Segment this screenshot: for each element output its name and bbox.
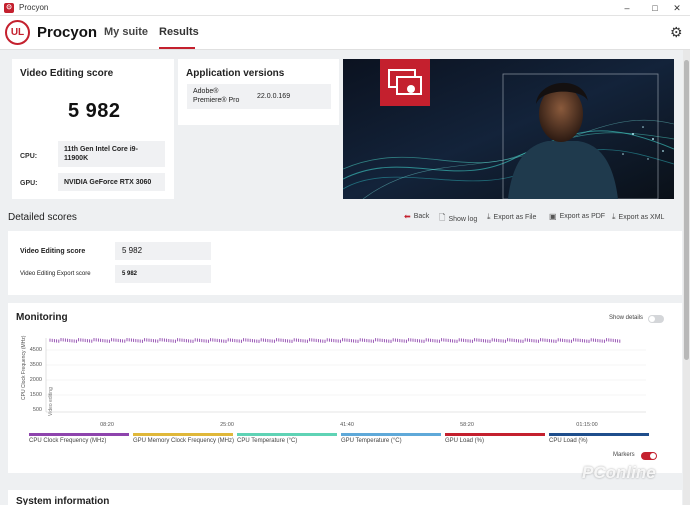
video-editing-band-label: Video editing	[48, 387, 54, 416]
cpu-clock-frequency-series	[49, 338, 621, 343]
gpu-label: GPU:	[20, 180, 38, 187]
detailed-scores-title: Detailed scores	[8, 212, 77, 223]
y-axis-label: CPU Clock Frequency (MHz)	[21, 335, 27, 400]
settings-gear-icon[interactable]: ⚙	[670, 24, 683, 41]
show-log-label: Show log	[448, 215, 478, 223]
system-info-title: System information	[16, 496, 110, 505]
legend-swatch	[237, 433, 337, 436]
export-score-value: 5 982	[115, 265, 211, 283]
app-name: Adobe® Premiere® Pro	[193, 88, 240, 104]
x-tick: 41:40	[340, 422, 354, 428]
y-tick: 4500	[30, 347, 42, 353]
video-editing-score-value: 5 982	[115, 242, 211, 260]
tab-results[interactable]: Results	[159, 26, 199, 38]
window-title: Procyon	[19, 3, 49, 12]
video-editing-badge-icon	[380, 59, 430, 106]
monitoring-chart: CPU Clock Frequency (MHz) Video editing …	[21, 335, 646, 428]
download-icon: ⤓	[612, 212, 616, 221]
legend-label: CPU Clock Frequency (MHz)	[29, 438, 107, 444]
markers-toggle[interactable]	[641, 452, 657, 460]
legend-swatch	[549, 433, 649, 436]
export-xml-button[interactable]: ⤓ Export as XML	[612, 212, 664, 222]
export-pdf-button[interactable]: ▣ Export as PDF	[549, 212, 605, 221]
legend-gpu-temperature[interactable]: GPU Temperature (°C)	[341, 433, 441, 447]
cpu-value: 11th Gen Intel Core i9-11900K	[58, 141, 165, 167]
scrollbar-thumb[interactable]	[684, 60, 689, 360]
app-versions-title: Application versions	[186, 68, 285, 79]
legend-cpu-temperature[interactable]: CPU Temperature (°C)	[237, 433, 337, 447]
video-editing-score-label: Video Editing score	[20, 248, 86, 255]
document-icon: 🗋	[439, 213, 446, 222]
app-header: UL Procyon My suite Results ⚙	[0, 16, 690, 50]
legend-swatch	[133, 433, 233, 436]
legend-cpu-clock[interactable]: CPU Clock Frequency (MHz)	[29, 433, 129, 447]
back-button[interactable]: ⬅ Back	[404, 212, 429, 221]
legend-label: GPU Memory Clock Frequency (MHz)	[133, 438, 235, 444]
legend-swatch	[445, 433, 545, 436]
y-tick: 3500	[30, 362, 42, 368]
x-tick: 58:20	[460, 422, 474, 428]
x-tick: 25:00	[220, 422, 234, 428]
download-icon: ⤓	[487, 212, 491, 221]
x-tick: 08:20	[100, 422, 114, 428]
hero-image	[343, 59, 674, 199]
window-titlebar: ⊙ Procyon	[0, 0, 690, 16]
legend-cpu-load[interactable]: CPU Load (%)	[549, 433, 649, 447]
back-label: Back	[413, 213, 430, 220]
toggle-knob	[650, 453, 656, 459]
legend-gpu-memory-clock[interactable]: GPU Memory Clock Frequency (MHz)	[133, 433, 234, 447]
close-button[interactable]: ✕	[664, 0, 690, 16]
back-arrow-icon: ⬅	[404, 212, 411, 221]
legend-swatch	[341, 433, 441, 436]
x-tick: 01:15:00	[576, 422, 597, 428]
legend-label: CPU Load (%)	[549, 438, 588, 444]
minimize-button[interactable]: –	[614, 0, 640, 16]
export-xml-label: Export as XML	[618, 213, 665, 221]
markers-label: Markers	[613, 452, 635, 458]
legend-label: GPU Load (%)	[445, 438, 485, 444]
gpu-value: NVIDIA GeForce RTX 3060	[58, 173, 165, 191]
y-tick: 1500	[30, 392, 42, 398]
legend-label: GPU Temperature (°C)	[341, 438, 402, 444]
watermark: PConline	[582, 463, 656, 482]
export-pdf-label: Export as PDF	[559, 213, 606, 220]
app-version-row: Adobe® Premiere® Pro 22.0.0.169	[187, 84, 331, 109]
export-file-button[interactable]: ⤓ Export as File	[487, 212, 536, 222]
export-score-label: Video Editing Export score	[20, 271, 91, 277]
detailed-scores-card	[8, 231, 682, 295]
legend-gpu-load[interactable]: GPU Load (%)	[445, 433, 545, 447]
show-details-toggle[interactable]	[648, 315, 664, 323]
legend-swatch	[29, 433, 129, 436]
brand-name: Procyon	[37, 24, 98, 41]
score-card-title: Video Editing score	[20, 68, 114, 79]
toggle-knob	[649, 316, 655, 322]
y-tick: 500	[33, 407, 42, 413]
ul-logo: UL	[5, 20, 30, 45]
show-details-label: Show details	[609, 315, 644, 321]
monitoring-title: Monitoring	[16, 312, 68, 323]
tab-my-suite[interactable]: My suite	[104, 26, 148, 38]
cpu-label: CPU:	[20, 153, 38, 160]
export-file-label: Export as File	[493, 213, 537, 221]
procyon-app-icon: ⊙	[4, 2, 14, 13]
active-tab-indicator	[159, 47, 195, 49]
app-version: 22.0.0.169	[257, 93, 291, 100]
save-icon: ▣	[549, 212, 557, 221]
y-tick: 2000	[30, 377, 42, 383]
overall-score: 5 982	[68, 100, 121, 122]
show-log-button[interactable]: 🗋 Show log	[439, 212, 477, 226]
legend-label: CPU Temperature (°C)	[237, 438, 298, 444]
